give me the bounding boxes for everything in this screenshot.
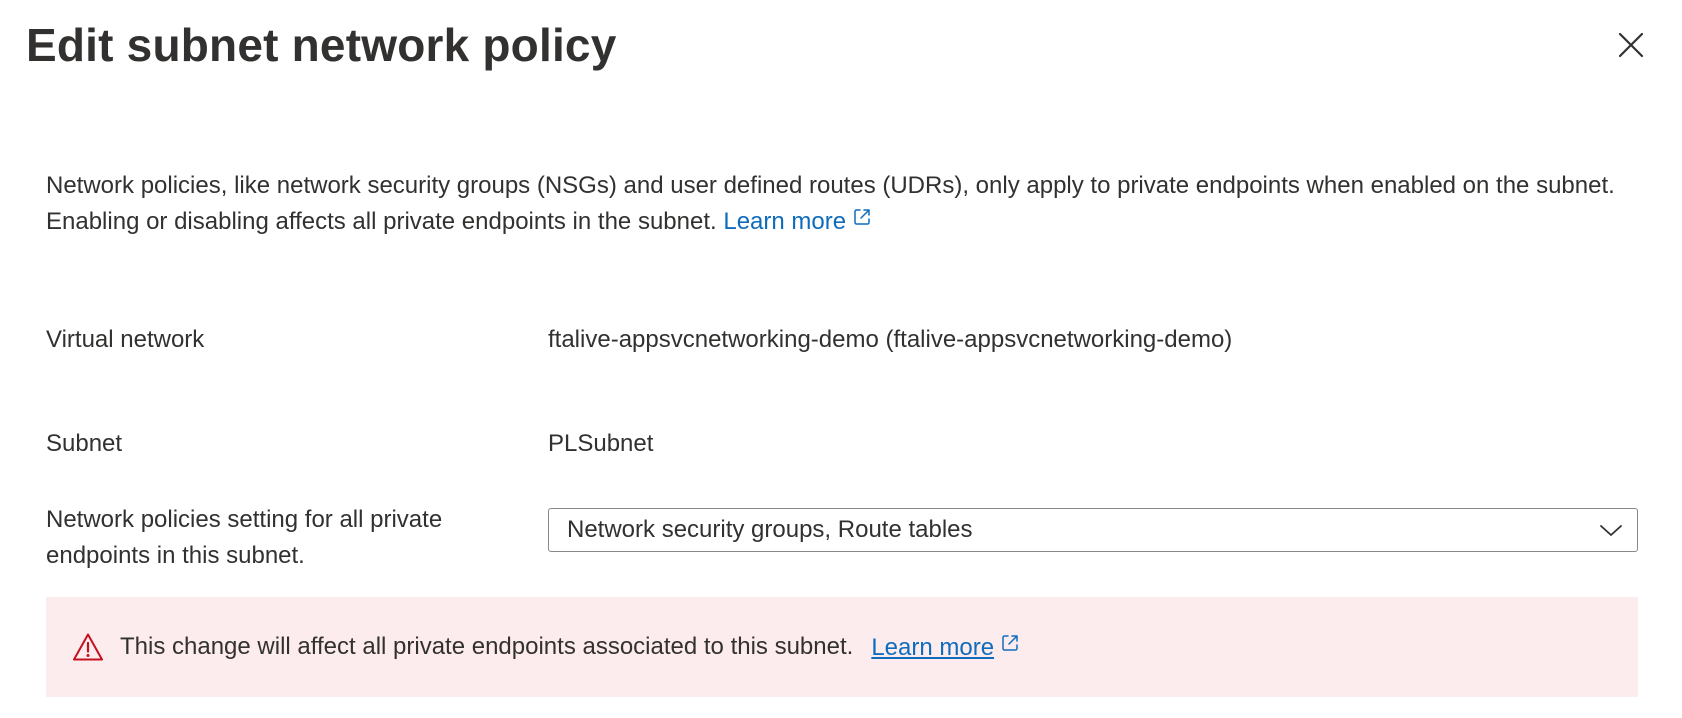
warning-icon [73,633,103,661]
virtual-network-label: Virtual network [46,326,205,353]
virtual-network-value: ftalive-appsvcnetworking-demo (ftalive-a… [548,326,1233,353]
external-link-icon [854,209,870,225]
network-policies-label: Network policies setting for all private… [46,502,442,574]
close-icon [1618,32,1644,58]
warning-text: This change will affect all private endp… [120,633,854,660]
network-policies-dropdown[interactable]: Network security groups, Route tables [548,508,1638,552]
close-button[interactable] [1612,26,1650,64]
warning-banner: This change will affect all private endp… [46,597,1638,697]
network-policies-label-line1: Network policies setting for all private [46,506,443,533]
external-link-icon [1002,634,1018,651]
policy-description: Network policies, like network security … [46,168,1656,240]
network-policies-label-line2: endpoints in this subnet. [46,542,305,569]
warning-learn-more-link[interactable]: Learn more [871,633,1020,662]
learn-more-label: Learn more [723,208,847,235]
panel-title: Edit subnet network policy [26,19,617,71]
subnet-value: PLSubnet [548,430,654,457]
network-policies-selected-value: Network security groups, Route tables [567,516,973,543]
chevron-down-icon [1600,525,1622,536]
subnet-label: Subnet [46,430,123,457]
learn-more-link[interactable]: Learn more [723,208,872,235]
warning-learn-more-label: Learn more [871,633,995,661]
